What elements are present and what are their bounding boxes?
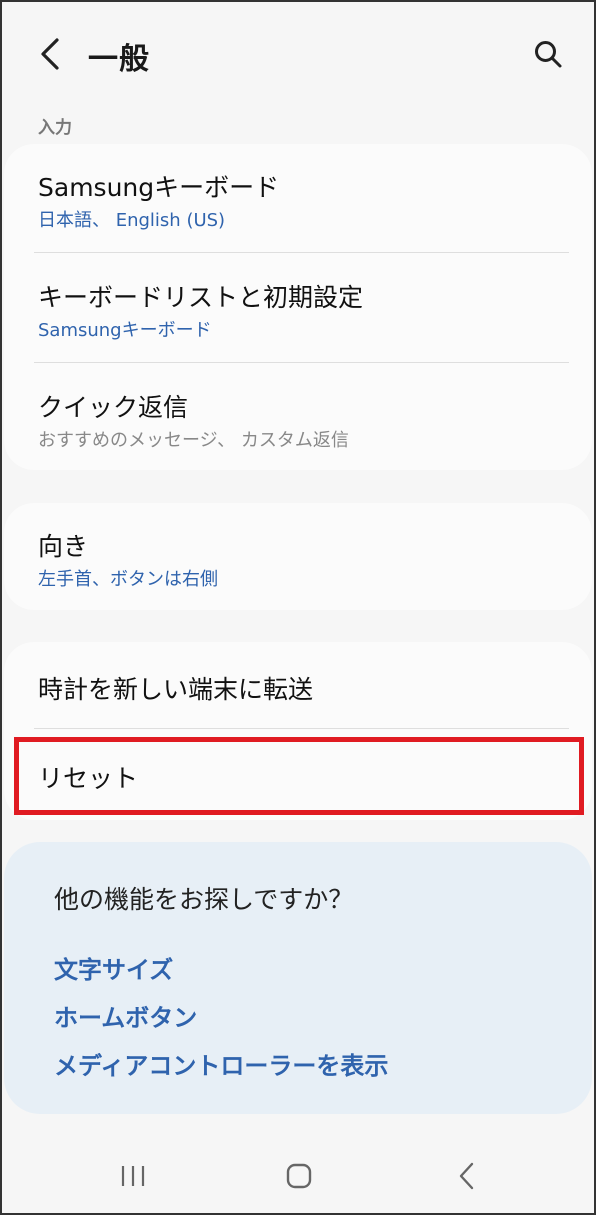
chevron-left-icon xyxy=(41,38,59,70)
nav-back-button[interactable] xyxy=(437,1156,497,1196)
back-button[interactable] xyxy=(30,32,70,76)
list-item-orientation[interactable]: 向き 左手首、ボタンは右側 xyxy=(4,503,592,610)
item-title: クイック返信 xyxy=(38,393,189,422)
back-icon xyxy=(459,1162,474,1190)
input-settings-card: Samsungキーボード 日本語、 English (US) キーボードリストと… xyxy=(4,144,592,470)
navigation-bar xyxy=(0,1140,596,1210)
list-item-transfer-watch[interactable]: 時計を新しい端末に転送 xyxy=(4,642,592,728)
home-icon xyxy=(286,1163,312,1189)
list-item-samsung-keyboard[interactable]: Samsungキーボード 日本語、 English (US) xyxy=(4,144,592,252)
list-item-reset[interactable]: リセット xyxy=(4,729,592,820)
recents-icon xyxy=(121,1166,145,1186)
app-header: 一般 xyxy=(0,22,596,86)
list-item-quick-reply[interactable]: クイック返信 おすすめのメッセージ、 カスタム返信 xyxy=(4,363,592,470)
item-subtitle: 日本語、 English (US) xyxy=(38,210,226,231)
item-title: キーボードリストと初期設定 xyxy=(38,283,364,312)
suggestions-card: 他の機能をお探しですか？ 文字サイズ ホームボタン メディアコントローラーを表示 xyxy=(4,842,592,1114)
item-title: 向き xyxy=(38,532,89,561)
item-title: Samsungキーボード xyxy=(38,173,280,202)
search-button[interactable] xyxy=(526,32,570,76)
home-button[interactable] xyxy=(269,1156,329,1196)
suggestions-title: 他の機能をお探しですか？ xyxy=(54,885,354,914)
item-title: 時計を新しい端末に転送 xyxy=(38,675,314,704)
link-font-size[interactable]: 文字サイズ xyxy=(54,950,173,985)
item-subtitle: Samsungキーボード xyxy=(38,320,212,341)
item-subtitle: おすすめのメッセージ、 カスタム返信 xyxy=(38,430,349,451)
page-title: 一般 xyxy=(88,42,150,77)
recents-button[interactable] xyxy=(103,1156,163,1196)
search-icon xyxy=(535,41,562,68)
list-item-keyboard-list[interactable]: キーボードリストと初期設定 Samsungキーボード xyxy=(4,253,592,361)
device-card: 時計を新しい端末に転送 リセット xyxy=(4,642,592,820)
orientation-card: 向き 左手首、ボタンは右側 xyxy=(4,503,592,610)
section-label-input: 入力 xyxy=(38,118,72,138)
item-subtitle: 左手首、ボタンは右側 xyxy=(38,569,218,590)
item-title: リセット xyxy=(38,764,139,793)
link-home-button[interactable]: ホームボタン xyxy=(54,998,197,1033)
link-media-controller[interactable]: メディアコントローラーを表示 xyxy=(54,1046,388,1081)
